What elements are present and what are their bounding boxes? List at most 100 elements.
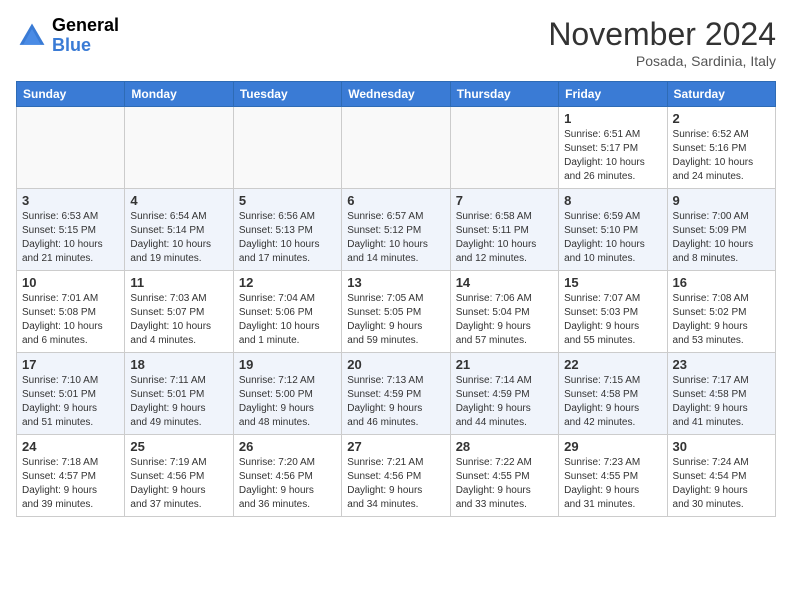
- day-number: 15: [564, 275, 661, 290]
- day-info: Sunrise: 7:17 AM Sunset: 4:58 PM Dayligh…: [673, 374, 770, 430]
- day-info: Sunrise: 6:58 AM Sunset: 5:11 PM Dayligh…: [456, 210, 553, 266]
- day-number: 27: [347, 439, 444, 454]
- day-info: Sunrise: 7:24 AM Sunset: 4:54 PM Dayligh…: [673, 456, 770, 512]
- day-number: 5: [239, 193, 336, 208]
- day-number: 4: [130, 193, 227, 208]
- day-info: Sunrise: 6:59 AM Sunset: 5:10 PM Dayligh…: [564, 210, 661, 266]
- weekday-header-sunday: Sunday: [17, 82, 125, 107]
- day-info: Sunrise: 7:20 AM Sunset: 4:56 PM Dayligh…: [239, 456, 336, 512]
- day-number: 13: [347, 275, 444, 290]
- calendar-table: SundayMondayTuesdayWednesdayThursdayFrid…: [16, 81, 776, 517]
- calendar-cell: 12 Sunrise: 7:04 AM Sunset: 5:06 PM Dayli…: [233, 271, 341, 353]
- day-info: Sunrise: 7:14 AM Sunset: 4:59 PM Dayligh…: [456, 374, 553, 430]
- day-info: Sunrise: 7:22 AM Sunset: 4:55 PM Dayligh…: [456, 456, 553, 512]
- day-info: Sunrise: 6:54 AM Sunset: 5:14 PM Dayligh…: [130, 210, 227, 266]
- calendar-cell: 9Sunrise: 7:00 AM Sunset: 5:09 PM Daylig…: [667, 189, 775, 271]
- calendar-cell: 24 Sunrise: 7:18 AM Sunset: 4:57 PM Dayli…: [17, 435, 125, 517]
- calendar-cell: 22 Sunrise: 7:15 AM Sunset: 4:58 PM Dayli…: [559, 353, 667, 435]
- calendar-cell: 2Sunrise: 6:52 AM Sunset: 5:16 PM Daylig…: [667, 107, 775, 189]
- day-info: Sunrise: 7:07 AM Sunset: 5:03 PM Dayligh…: [564, 292, 661, 348]
- calendar-cell: [233, 107, 341, 189]
- weekday-header-thursday: Thursday: [450, 82, 558, 107]
- day-number: 1: [564, 111, 661, 126]
- page-header: General Blue November 2024 Posada, Sardi…: [16, 16, 776, 69]
- day-info: Sunrise: 7:04 AM Sunset: 5:06 PM Dayligh…: [239, 292, 336, 348]
- day-number: 30: [673, 439, 770, 454]
- calendar-cell: 15 Sunrise: 7:07 AM Sunset: 5:03 PM Dayli…: [559, 271, 667, 353]
- day-info: Sunrise: 7:11 AM Sunset: 5:01 PM Dayligh…: [130, 374, 227, 430]
- calendar-cell: 8 Sunrise: 6:59 AM Sunset: 5:10 PM Daylig…: [559, 189, 667, 271]
- day-number: 9: [673, 193, 770, 208]
- calendar-cell: 28 Sunrise: 7:22 AM Sunset: 4:55 PM Dayli…: [450, 435, 558, 517]
- calendar-cell: 11 Sunrise: 7:03 AM Sunset: 5:07 PM Dayli…: [125, 271, 233, 353]
- day-number: 26: [239, 439, 336, 454]
- calendar-week-row: 1Sunrise: 6:51 AM Sunset: 5:17 PM Daylig…: [17, 107, 776, 189]
- day-number: 11: [130, 275, 227, 290]
- logo-icon: [16, 20, 48, 52]
- calendar-cell: 27 Sunrise: 7:21 AM Sunset: 4:56 PM Dayli…: [342, 435, 450, 517]
- day-number: 23: [673, 357, 770, 372]
- day-info: Sunrise: 7:10 AM Sunset: 5:01 PM Dayligh…: [22, 374, 119, 430]
- logo-blue: Blue: [52, 36, 119, 56]
- day-number: 22: [564, 357, 661, 372]
- calendar-cell: 18Sunrise: 7:11 AM Sunset: 5:01 PM Dayli…: [125, 353, 233, 435]
- day-info: Sunrise: 7:12 AM Sunset: 5:00 PM Dayligh…: [239, 374, 336, 430]
- weekday-header-saturday: Saturday: [667, 82, 775, 107]
- day-number: 25: [130, 439, 227, 454]
- day-number: 14: [456, 275, 553, 290]
- day-info: Sunrise: 7:19 AM Sunset: 4:56 PM Dayligh…: [130, 456, 227, 512]
- day-info: Sunrise: 6:53 AM Sunset: 5:15 PM Dayligh…: [22, 210, 119, 266]
- calendar-cell: 7 Sunrise: 6:58 AM Sunset: 5:11 PM Daylig…: [450, 189, 558, 271]
- logo-general: General: [52, 16, 119, 36]
- calendar-cell: 10 Sunrise: 7:01 AM Sunset: 5:08 PM Dayli…: [17, 271, 125, 353]
- day-number: 6: [347, 193, 444, 208]
- weekday-header-row: SundayMondayTuesdayWednesdayThursdayFrid…: [17, 82, 776, 107]
- day-number: 12: [239, 275, 336, 290]
- calendar-cell: 5 Sunrise: 6:56 AM Sunset: 5:13 PM Daylig…: [233, 189, 341, 271]
- calendar-cell: 16Sunrise: 7:08 AM Sunset: 5:02 PM Dayli…: [667, 271, 775, 353]
- calendar-cell: 3Sunrise: 6:53 AM Sunset: 5:15 PM Daylig…: [17, 189, 125, 271]
- calendar-cell: 25 Sunrise: 7:19 AM Sunset: 4:56 PM Dayli…: [125, 435, 233, 517]
- calendar-cell: 20Sunrise: 7:13 AM Sunset: 4:59 PM Dayli…: [342, 353, 450, 435]
- day-number: 8: [564, 193, 661, 208]
- calendar-cell: 21Sunrise: 7:14 AM Sunset: 4:59 PM Dayli…: [450, 353, 558, 435]
- day-number: 2: [673, 111, 770, 126]
- calendar-cell: 6 Sunrise: 6:57 AM Sunset: 5:12 PM Daylig…: [342, 189, 450, 271]
- day-number: 7: [456, 193, 553, 208]
- day-info: Sunrise: 7:21 AM Sunset: 4:56 PM Dayligh…: [347, 456, 444, 512]
- day-info: Sunrise: 6:56 AM Sunset: 5:13 PM Dayligh…: [239, 210, 336, 266]
- calendar-cell: 23 Sunrise: 7:17 AM Sunset: 4:58 PM Dayli…: [667, 353, 775, 435]
- day-info: Sunrise: 7:18 AM Sunset: 4:57 PM Dayligh…: [22, 456, 119, 512]
- calendar-week-row: 10 Sunrise: 7:01 AM Sunset: 5:08 PM Dayli…: [17, 271, 776, 353]
- location: Posada, Sardinia, Italy: [548, 53, 776, 69]
- day-info: Sunrise: 7:01 AM Sunset: 5:08 PM Dayligh…: [22, 292, 119, 348]
- calendar-cell: 1Sunrise: 6:51 AM Sunset: 5:17 PM Daylig…: [559, 107, 667, 189]
- calendar-cell: [450, 107, 558, 189]
- day-number: 24: [22, 439, 119, 454]
- calendar-cell: 14Sunrise: 7:06 AM Sunset: 5:04 PM Dayli…: [450, 271, 558, 353]
- calendar-cell: [342, 107, 450, 189]
- weekday-header-monday: Monday: [125, 82, 233, 107]
- weekday-header-friday: Friday: [559, 82, 667, 107]
- calendar-week-row: 17 Sunrise: 7:10 AM Sunset: 5:01 PM Dayli…: [17, 353, 776, 435]
- day-info: Sunrise: 7:08 AM Sunset: 5:02 PM Dayligh…: [673, 292, 770, 348]
- calendar-cell: [17, 107, 125, 189]
- calendar-week-row: 3Sunrise: 6:53 AM Sunset: 5:15 PM Daylig…: [17, 189, 776, 271]
- calendar-cell: 13 Sunrise: 7:05 AM Sunset: 5:05 PM Dayli…: [342, 271, 450, 353]
- day-number: 28: [456, 439, 553, 454]
- day-info: Sunrise: 7:23 AM Sunset: 4:55 PM Dayligh…: [564, 456, 661, 512]
- calendar-cell: 30 Sunrise: 7:24 AM Sunset: 4:54 PM Dayli…: [667, 435, 775, 517]
- weekday-header-wednesday: Wednesday: [342, 82, 450, 107]
- day-number: 19: [239, 357, 336, 372]
- logo: General Blue: [16, 16, 119, 56]
- day-number: 17: [22, 357, 119, 372]
- calendar-cell: 26 Sunrise: 7:20 AM Sunset: 4:56 PM Dayli…: [233, 435, 341, 517]
- day-info: Sunrise: 7:03 AM Sunset: 5:07 PM Dayligh…: [130, 292, 227, 348]
- day-info: Sunrise: 7:05 AM Sunset: 5:05 PM Dayligh…: [347, 292, 444, 348]
- calendar-cell: 29Sunrise: 7:23 AM Sunset: 4:55 PM Dayli…: [559, 435, 667, 517]
- day-info: Sunrise: 6:57 AM Sunset: 5:12 PM Dayligh…: [347, 210, 444, 266]
- month-title: November 2024: [548, 16, 776, 53]
- day-number: 10: [22, 275, 119, 290]
- calendar-week-row: 24 Sunrise: 7:18 AM Sunset: 4:57 PM Dayli…: [17, 435, 776, 517]
- day-info: Sunrise: 7:15 AM Sunset: 4:58 PM Dayligh…: [564, 374, 661, 430]
